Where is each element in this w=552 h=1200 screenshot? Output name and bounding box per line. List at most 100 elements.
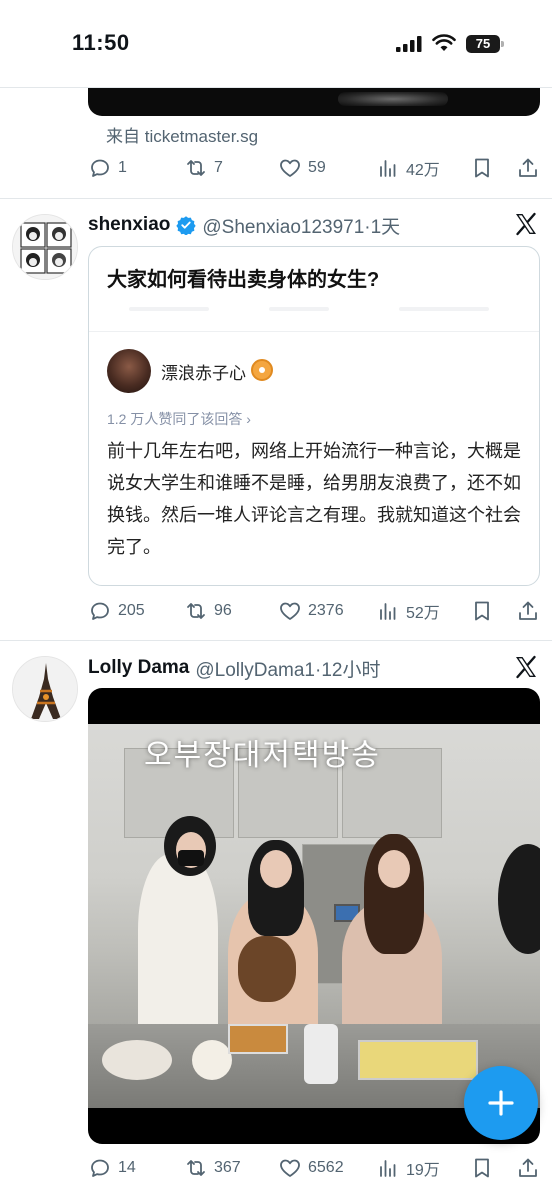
retweet-button[interactable]: 367 bbox=[184, 1154, 241, 1182]
faint-line bbox=[399, 307, 489, 311]
tweet-2-actions: 205 96 2376 52万 bbox=[88, 597, 544, 625]
views-button[interactable]: 42万 bbox=[376, 154, 440, 182]
reply-count: 14 bbox=[118, 1159, 136, 1176]
share-icon bbox=[519, 1158, 537, 1177]
retweet-count: 7 bbox=[214, 159, 223, 176]
person-4-hair bbox=[498, 844, 540, 954]
tweet-divider bbox=[0, 198, 552, 199]
quote-divider bbox=[89, 331, 539, 332]
status-time: 11:50 bbox=[72, 30, 130, 55]
avatar[interactable] bbox=[12, 656, 78, 722]
bookmark-icon bbox=[475, 1158, 489, 1178]
reply-count: 1 bbox=[118, 159, 127, 176]
quote-author-avatar bbox=[107, 349, 151, 393]
faint-line bbox=[129, 307, 209, 311]
battery-indicator: 75 bbox=[466, 35, 504, 53]
tweet-3-video[interactable]: 오부장대저택방송 bbox=[88, 688, 540, 1144]
bookmark-button[interactable] bbox=[470, 154, 494, 182]
tweet-3-actions: 14 367 6562 19万 bbox=[88, 1154, 544, 1182]
kitchen-scene bbox=[88, 724, 540, 1108]
like-count: 6562 bbox=[308, 1159, 344, 1176]
retweet-count: 96 bbox=[214, 602, 232, 619]
bookmark-button[interactable] bbox=[470, 597, 494, 625]
views-icon bbox=[380, 1160, 396, 1177]
handle-and-time: @Shenxiao123971·1天 bbox=[202, 216, 401, 238]
views-button[interactable]: 19万 bbox=[376, 1154, 440, 1182]
tweet-3-header: Lolly Dama @LollyDama1·12小时 bbox=[88, 653, 380, 683]
bookmark-button[interactable] bbox=[470, 1154, 494, 1182]
like-button[interactable]: 59 bbox=[278, 154, 326, 182]
views-count: 52万 bbox=[406, 605, 440, 622]
like-count: 2376 bbox=[308, 602, 344, 619]
cup-stack bbox=[304, 1024, 338, 1084]
eye-badge-icon bbox=[251, 359, 273, 381]
retweet-button[interactable]: 96 bbox=[184, 597, 232, 625]
like-icon bbox=[280, 602, 300, 620]
quote-body: 前十几年左右吧，网络上开始流行一种言论，大概是说女大学生和谁睡不是睡，给男朋友浪… bbox=[107, 441, 521, 557]
display-name[interactable]: shenxiao bbox=[88, 214, 170, 236]
faint-line bbox=[269, 307, 329, 311]
handle-and-time: @LollyDama1·12小时 bbox=[195, 659, 381, 681]
face-mask bbox=[178, 850, 204, 866]
teddy-bear bbox=[238, 936, 296, 1002]
quote-question: 大家如何看待出卖身体的女生? bbox=[107, 269, 380, 291]
bookmark-icon bbox=[475, 158, 489, 178]
person-2-face bbox=[260, 850, 292, 888]
x-logo-icon bbox=[516, 655, 536, 679]
food-container bbox=[228, 1024, 288, 1054]
video-caption: 오부장대저택방송 bbox=[144, 739, 381, 772]
like-count: 59 bbox=[308, 159, 326, 176]
reply-icon bbox=[91, 1159, 109, 1177]
mushrooms bbox=[102, 1040, 172, 1080]
compose-plus-icon bbox=[488, 1090, 514, 1116]
reply-icon bbox=[91, 159, 109, 177]
quote-author-name: 漂浪赤子心 bbox=[161, 364, 246, 383]
views-count: 19万 bbox=[406, 1162, 440, 1179]
views-count: 42万 bbox=[406, 162, 440, 179]
battery-tip bbox=[501, 41, 504, 47]
views-icon bbox=[380, 160, 396, 177]
status-bar: 11:50 75 bbox=[0, 0, 552, 88]
tweet-1-actions: 1 7 59 42万 bbox=[88, 154, 544, 182]
food-tray bbox=[358, 1040, 478, 1080]
eiffel-tower-avatar-image bbox=[13, 657, 77, 721]
like-icon bbox=[280, 159, 300, 177]
display-name[interactable]: Lolly Dama bbox=[88, 657, 189, 679]
compose-button[interactable] bbox=[464, 1066, 538, 1140]
share-icon bbox=[519, 158, 537, 177]
like-button[interactable]: 2376 bbox=[278, 597, 344, 625]
battery-level: 75 bbox=[466, 35, 500, 53]
x-logo-icon bbox=[516, 212, 536, 236]
views-button[interactable]: 52万 bbox=[376, 597, 440, 625]
reply-button[interactable]: 1 bbox=[88, 154, 127, 182]
avatar[interactable] bbox=[12, 214, 78, 280]
like-button[interactable]: 6562 bbox=[278, 1154, 344, 1182]
reply-button[interactable]: 14 bbox=[88, 1154, 136, 1182]
retweet-icon bbox=[187, 603, 205, 619]
bookmark-icon bbox=[475, 601, 489, 621]
like-icon bbox=[280, 1159, 300, 1177]
tweet-divider bbox=[0, 640, 552, 641]
views-icon bbox=[380, 603, 396, 620]
share-button[interactable] bbox=[516, 1154, 540, 1182]
tweet-2-header: shenxiao @Shenxiao123971·1天 bbox=[88, 210, 400, 240]
tweet-1-media[interactable] bbox=[88, 88, 540, 116]
person-3-face bbox=[378, 850, 410, 888]
tweet-1-source-link[interactable]: 来自 ticketmaster.sg bbox=[106, 122, 258, 147]
reply-count: 205 bbox=[118, 602, 145, 619]
retweet-icon bbox=[187, 1160, 205, 1176]
stage-lights bbox=[338, 92, 448, 106]
share-button[interactable] bbox=[516, 154, 540, 182]
wifi-icon bbox=[432, 34, 456, 51]
share-button[interactable] bbox=[516, 597, 540, 625]
reply-icon bbox=[91, 602, 109, 620]
reply-button[interactable]: 205 bbox=[88, 597, 145, 625]
avatar-comic-image bbox=[13, 215, 77, 279]
quoted-answer-card[interactable]: 大家如何看待出卖身体的女生? 漂浪赤子心 1.2 万人赞同了该回答 › 前十几年… bbox=[88, 246, 540, 586]
retweet-button[interactable]: 7 bbox=[184, 154, 223, 182]
onion bbox=[192, 1040, 232, 1080]
cellular-signal-icon bbox=[396, 36, 422, 52]
share-icon bbox=[519, 601, 537, 620]
retweet-icon bbox=[187, 160, 205, 176]
retweet-count: 367 bbox=[214, 1159, 241, 1176]
